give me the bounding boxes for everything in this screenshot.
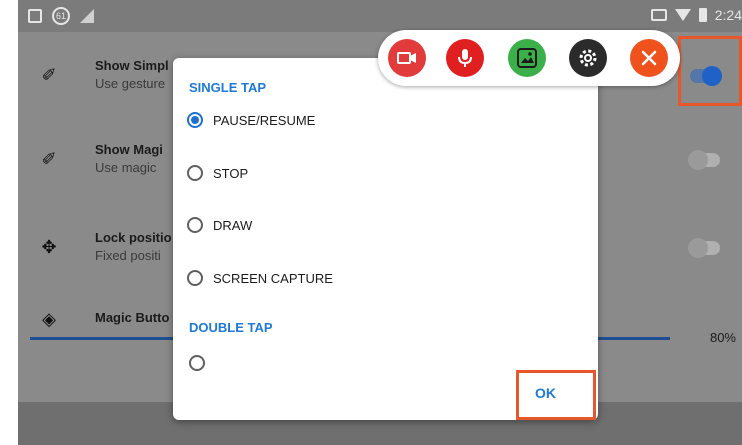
signal-icon (80, 9, 94, 23)
screenshot-button[interactable] (508, 39, 546, 77)
radio-icon[interactable] (187, 165, 203, 181)
video-camera-icon (397, 52, 416, 64)
option-label: SCREEN CAPTURE (213, 270, 333, 286)
magic-wand-icon: ✐ (41, 149, 57, 169)
image-notification-icon (28, 9, 42, 23)
radio-selected-icon[interactable] (187, 112, 203, 128)
notification-count-badge: 61 (52, 7, 70, 25)
section-double-tap: DOUBLE TAP (189, 320, 273, 335)
recorder-toolbar (378, 30, 680, 86)
close-button[interactable] (630, 39, 668, 77)
setting-title: Show Magi (95, 142, 163, 157)
highlight-box-ok (516, 370, 596, 420)
radio-icon[interactable] (187, 270, 203, 286)
setting-title: Magic Butto (95, 310, 170, 325)
magic-wand-icon: ✐ (41, 65, 57, 85)
close-icon (641, 50, 657, 66)
setting-subtitle: Use gesture (95, 76, 166, 91)
clock: 2:24 (714, 7, 742, 23)
gear-icon (579, 49, 597, 67)
option-pause-resume[interactable]: PAUSE/RESUME (187, 109, 315, 131)
setting-subtitle: Fixed positi (95, 248, 161, 263)
move-arrows-icon: ✥ (41, 237, 57, 257)
settings-button[interactable] (569, 39, 607, 77)
status-left-icons: 61 (28, 7, 94, 25)
microphone-icon (458, 49, 472, 67)
lock-position-toggle[interactable] (688, 238, 720, 258)
option-label: PAUSE/RESUME (213, 112, 316, 128)
status-bar: 61 2:24 (18, 0, 742, 32)
tap-action-dialog: SINGLE TAP PAUSE/RESUME STOP DRAW SCREEN… (173, 58, 598, 420)
slider-value: 80% (709, 330, 736, 345)
wifi-icon (674, 9, 691, 21)
option-stop[interactable]: STOP (187, 162, 248, 184)
setting-subtitle: Use magic (95, 160, 157, 175)
setting-title: Lock positio (95, 230, 172, 245)
radio-icon[interactable] (189, 355, 205, 371)
option-draw[interactable]: DRAW (187, 214, 252, 236)
cast-icon (650, 9, 667, 21)
option-label: DRAW (213, 217, 253, 233)
microphone-button[interactable] (446, 39, 484, 77)
battery-icon (698, 8, 707, 22)
highlight-box-toggle (678, 36, 742, 106)
status-right-icons: 2:24 (650, 7, 742, 23)
show-magic-toggle[interactable] (688, 150, 720, 170)
radio-icon[interactable] (187, 217, 203, 233)
option-screen-capture[interactable]: SCREEN CAPTURE (187, 267, 333, 289)
section-single-tap: SINGLE TAP (189, 80, 267, 95)
image-icon (517, 48, 537, 68)
option-label: STOP (213, 165, 249, 181)
record-video-button[interactable] (388, 39, 426, 77)
setting-title: Show Simpl (95, 58, 169, 73)
droplet-icon: ◈ (42, 309, 56, 329)
